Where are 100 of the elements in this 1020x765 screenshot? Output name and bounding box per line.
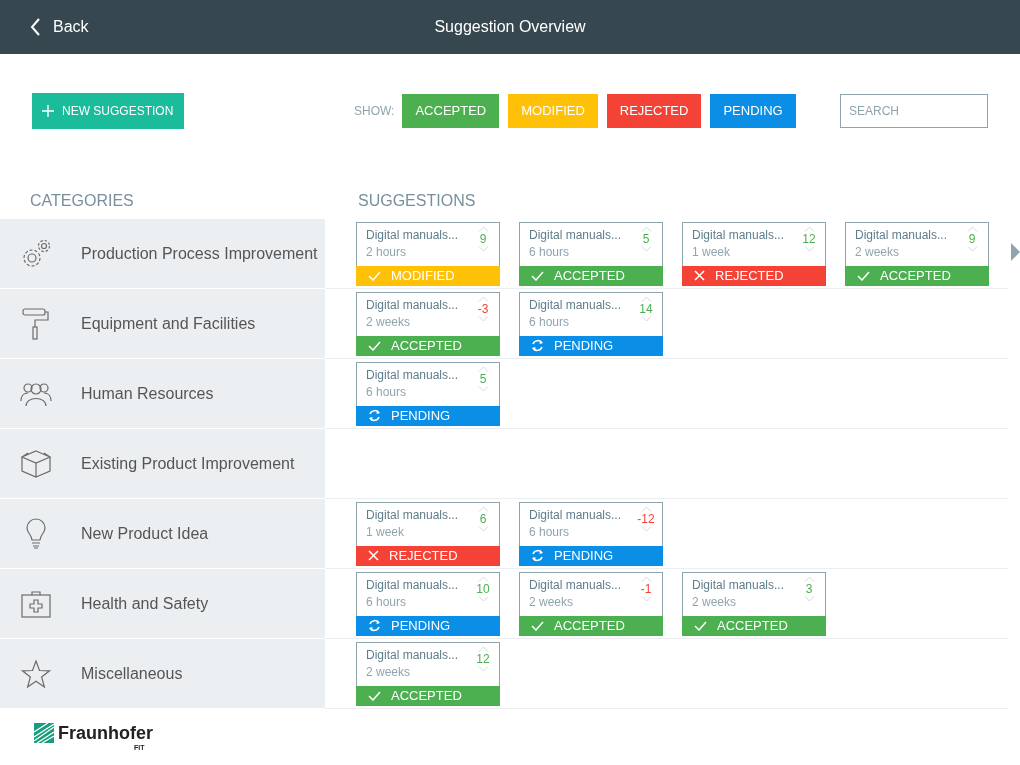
suggestion-card[interactable]: Digital manuals... 6 hours -12 PENDING (519, 501, 663, 566)
category-item[interactable]: Health and Safety (0, 569, 325, 638)
filter-button[interactable]: REJECTED (606, 94, 702, 128)
status-bar: MODIFIED (356, 265, 500, 286)
suggestion-age: 6 hours (529, 313, 571, 331)
status-bar: ACCEPTED (519, 265, 663, 286)
category-item[interactable]: Production Process Improvement (0, 219, 325, 288)
suggestions-heading: SUGGESTIONS (358, 191, 476, 211)
filter-button[interactable]: ACCEPTED (402, 94, 500, 128)
suggestion-title: Digital manuals... (529, 506, 623, 523)
suggestion-title: Digital manuals... (366, 506, 460, 523)
checkmark-icon (368, 690, 381, 701)
status-bar: REJECTED (356, 545, 500, 566)
plus-icon (42, 105, 54, 117)
suggestion-card[interactable]: Digital manuals... 1 week 6 REJECTED (356, 501, 500, 566)
category-item[interactable]: Human Resources (0, 359, 325, 428)
refresh-icon (531, 339, 544, 352)
lightbulb-icon (24, 517, 47, 550)
status-bar: ACCEPTED (356, 685, 500, 706)
status-bar: PENDING (356, 615, 500, 636)
back-button[interactable]: Back (30, 15, 89, 39)
status-bar: ACCEPTED (356, 335, 500, 356)
suggestion-title: Digital manuals... (366, 576, 460, 593)
suggestion-card[interactable]: Digital manuals... 2 weeks -3 ACCEPTED (356, 291, 500, 356)
checkmark-icon (857, 270, 870, 281)
vote-count: 10 (476, 581, 490, 596)
suggestion-age: 1 week (366, 523, 406, 541)
suggestion-age: 2 weeks (529, 593, 575, 611)
vote-count: 9 (968, 231, 976, 246)
category-item[interactable]: New Product Idea (0, 499, 325, 568)
checkmark-icon (531, 620, 544, 631)
suggestion-title: Digital manuals... (529, 576, 623, 593)
suggestion-title: Digital manuals... (366, 226, 460, 243)
logo-text: Fraunhofer (58, 724, 153, 742)
suggestion-age: 2 hours (366, 243, 408, 261)
checkmark-icon (531, 270, 544, 281)
next-arrow-icon[interactable] (1011, 243, 1020, 261)
checkmark-icon (368, 270, 381, 281)
status-bar: PENDING (519, 545, 663, 566)
checkmark-icon (694, 620, 707, 631)
vote-count: -12 (637, 511, 655, 526)
vote-count: 12 (802, 231, 816, 246)
suggestion-age: 6 hours (529, 523, 571, 541)
star-icon (20, 659, 51, 688)
suggestion-age: 6 hours (529, 243, 571, 261)
suggestion-age: 2 weeks (855, 243, 901, 261)
vote-count: -3 (477, 301, 489, 316)
suggestion-title: Digital manuals... (366, 296, 460, 313)
filter-button[interactable]: PENDING (710, 94, 796, 128)
suggestion-card[interactable]: Digital manuals... 2 weeks 12 ACCEPTED (356, 641, 500, 706)
status-bar: PENDING (519, 335, 663, 356)
suggestion-age: 2 weeks (366, 663, 412, 681)
category-item[interactable]: Miscellaneous (0, 639, 325, 708)
suggestion-card[interactable]: Digital manuals... 6 hours 10 PENDING (356, 571, 500, 636)
category-item[interactable]: Existing Product Improvement (0, 429, 325, 498)
suggestion-age: 6 hours (366, 383, 408, 401)
search-field[interactable]: SEARCH (840, 94, 988, 128)
new-suggestion-button[interactable]: NEW SUGGESTION (32, 93, 184, 129)
vote-count: 5 (642, 231, 650, 246)
suggestion-card[interactable]: Digital manuals... 2 weeks -1 ACCEPTED (519, 571, 663, 636)
suggestion-card[interactable]: Digital manuals... 2 hours 9 MODIFIED (356, 221, 500, 286)
vote-count: 3 (805, 581, 813, 596)
suggestion-age: 6 hours (366, 593, 408, 611)
logo-stripes-icon (34, 723, 54, 743)
suggestion-card[interactable]: Digital manuals... 1 week 12 REJECTED (682, 221, 826, 286)
show-label: SHOW: (354, 103, 395, 120)
suggestion-card[interactable]: Digital manuals... 6 hours 14 PENDING (519, 291, 663, 356)
box-icon (19, 448, 52, 479)
refresh-icon (531, 549, 544, 562)
suggestion-card[interactable]: Digital manuals... 6 hours 5 PENDING (356, 361, 500, 426)
page-title: Suggestion Overview (434, 17, 586, 37)
suggestion-card[interactable]: Digital manuals... 6 hours 5 ACCEPTED (519, 221, 663, 286)
suggestion-title: Digital manuals... (366, 646, 460, 663)
vote-count: 6 (479, 511, 487, 526)
vote-count: 14 (639, 301, 653, 316)
vote-count: 9 (479, 231, 487, 246)
suggestion-title: Digital manuals... (529, 296, 623, 313)
status-bar: ACCEPTED (845, 265, 989, 286)
status-bar: ACCEPTED (519, 615, 663, 636)
status-bar: PENDING (356, 405, 500, 426)
medical-kit-icon (20, 589, 51, 618)
category-item[interactable]: Equipment and Facilities (0, 289, 325, 358)
suggestion-age: 2 weeks (692, 593, 738, 611)
suggestion-title: Digital manuals... (692, 226, 786, 243)
suggestion-title: Digital manuals... (366, 366, 460, 383)
suggestion-card[interactable]: Digital manuals... 2 weeks 3 ACCEPTED (682, 571, 826, 636)
suggestion-title: Digital manuals... (529, 226, 623, 243)
close-icon (368, 550, 379, 561)
people-icon (19, 380, 52, 407)
refresh-icon (368, 409, 381, 422)
categories-heading: CATEGORIES (30, 191, 135, 211)
status-bar: REJECTED (682, 265, 826, 286)
vote-count: -1 (640, 581, 652, 596)
suggestion-card[interactable]: Digital manuals... 2 weeks 9 ACCEPTED (845, 221, 989, 286)
suggestion-age: 2 weeks (366, 313, 412, 331)
suggestion-title: Digital manuals... (692, 576, 786, 593)
close-icon (694, 270, 705, 281)
refresh-icon (368, 619, 381, 632)
suggestion-title: Digital manuals... (855, 226, 949, 243)
vote-count: 12 (476, 651, 490, 666)
